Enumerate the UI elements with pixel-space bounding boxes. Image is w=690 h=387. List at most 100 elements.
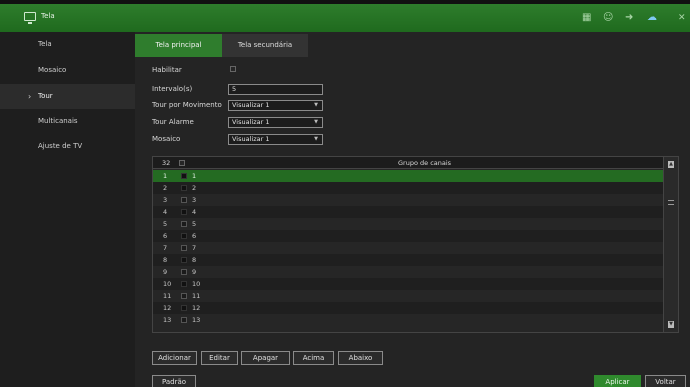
row-number: 12 <box>163 304 172 312</box>
table-row[interactable]: 13 13 <box>153 314 664 326</box>
row-channel: 9 <box>192 268 197 276</box>
table-row[interactable]: 4 4 <box>153 206 664 218</box>
row-number: 7 <box>163 244 168 252</box>
row-channel: 10 <box>192 280 201 288</box>
row-channel: 7 <box>192 244 197 252</box>
scroll-grip-icon[interactable] <box>668 200 674 205</box>
delete-button[interactable]: Apagar <box>241 351 290 365</box>
sidebar-item-label: Mosaico <box>38 66 67 74</box>
sidebar-item-mosaico[interactable]: Mosaico <box>0 58 135 83</box>
row-checkbox[interactable] <box>181 173 187 179</box>
row-channel: 12 <box>192 304 201 312</box>
row-channel: 8 <box>192 256 197 264</box>
row-number: 3 <box>163 196 168 204</box>
apply-button[interactable]: Aplicar <box>594 375 641 387</box>
table-row[interactable]: 7 7 <box>153 242 664 254</box>
close-icon[interactable]: ✕ <box>678 11 686 25</box>
sidebar-item-label: Tela <box>38 40 52 48</box>
window-title: Tela <box>41 12 55 20</box>
row-checkbox[interactable] <box>181 281 187 287</box>
mosaic-value: Visualizar 1 <box>232 135 270 143</box>
title-bar: Tela ▦ ☺ ➜ ☁ ✕ <box>0 0 690 32</box>
row-number: 11 <box>163 292 172 300</box>
row-number: 4 <box>163 208 168 216</box>
grid-icon[interactable]: ▦ <box>582 11 591 25</box>
row-number: 6 <box>163 232 168 240</box>
row-channel: 6 <box>192 232 197 240</box>
table-row[interactable]: 2 2 <box>153 182 664 194</box>
back-button[interactable]: Voltar <box>645 375 686 387</box>
sidebar-item-tour[interactable]: › Tour <box>0 84 135 109</box>
row-number: 13 <box>163 316 172 324</box>
table-row[interactable]: 11 11 <box>153 290 664 302</box>
chevron-down-icon: ▼ <box>314 136 318 142</box>
sidebar-item-ajuste-tv[interactable]: Ajuste de TV <box>0 134 135 159</box>
scroll-up-icon[interactable]: ▲ <box>668 161 674 168</box>
table-row[interactable]: 5 5 <box>153 218 664 230</box>
row-channel: 3 <box>192 196 197 204</box>
row-checkbox[interactable] <box>181 185 187 191</box>
row-number: 10 <box>163 280 172 288</box>
main-panel: Tela principal Tela secundária Habilitar… <box>135 32 690 387</box>
row-number: 5 <box>163 220 168 228</box>
row-checkbox[interactable] <box>181 221 187 227</box>
logout-icon[interactable]: ➜ <box>625 11 633 25</box>
row-number: 1 <box>163 172 168 180</box>
mosaic-label: Mosaico <box>152 135 181 143</box>
row-checkbox[interactable] <box>181 209 187 215</box>
row-checkbox[interactable] <box>181 317 187 323</box>
interval-input[interactable]: 5 <box>228 84 323 95</box>
row-checkbox[interactable] <box>181 293 187 299</box>
motion-tour-value: Visualizar 1 <box>232 101 270 109</box>
table-row[interactable]: 12 12 <box>153 302 664 314</box>
row-checkbox[interactable] <box>181 257 187 263</box>
row-channel: 1 <box>192 172 197 180</box>
move-up-button[interactable]: Acima <box>293 351 334 365</box>
alarm-tour-value: Visualizar 1 <box>232 118 270 126</box>
chevron-down-icon: ▼ <box>314 119 318 125</box>
table-row[interactable]: 6 6 <box>153 230 664 242</box>
row-checkbox[interactable] <box>181 233 187 239</box>
header-count: 32 <box>162 159 171 167</box>
row-checkbox[interactable] <box>181 269 187 275</box>
tab-tela-principal[interactable]: Tela principal <box>135 34 222 57</box>
row-number: 9 <box>163 268 168 276</box>
move-down-button[interactable]: Abaixo <box>338 351 383 365</box>
row-channel: 2 <box>192 184 197 192</box>
row-channel: 4 <box>192 208 197 216</box>
row-number: 8 <box>163 256 168 264</box>
interval-label: Intervalo(s) <box>152 85 193 93</box>
table-row[interactable]: 1 1 <box>153 170 664 182</box>
table-scrollbar[interactable]: ▲ ▼ <box>663 157 678 332</box>
default-button[interactable]: Padrão <box>152 375 196 387</box>
chevron-right-icon: › <box>28 92 32 101</box>
cloud-icon[interactable]: ☁ <box>647 11 657 25</box>
sidebar-item-label: Multicanais <box>38 117 78 125</box>
alarm-tour-label: Tour Alarme <box>152 118 194 126</box>
table-row[interactable]: 9 9 <box>153 266 664 278</box>
row-checkbox[interactable] <box>181 197 187 203</box>
sidebar-item-label: Tour <box>38 92 53 100</box>
alarm-tour-select[interactable]: Visualizar 1 ▼ <box>228 117 323 128</box>
motion-tour-select[interactable]: Visualizar 1 ▼ <box>228 100 323 111</box>
edit-button[interactable]: Editar <box>201 351 238 365</box>
enable-label: Habilitar <box>152 66 182 74</box>
scroll-down-icon[interactable]: ▼ <box>668 321 674 328</box>
motion-tour-label: Tour por Movimento <box>152 101 222 109</box>
sidebar-item-tela[interactable]: Tela <box>0 32 135 57</box>
sidebar-item-multicanais[interactable]: Multicanais <box>0 109 135 134</box>
select-all-checkbox[interactable] <box>179 160 185 166</box>
table-row[interactable]: 3 3 <box>153 194 664 206</box>
mosaic-select[interactable]: Visualizar 1 ▼ <box>228 134 323 145</box>
enable-checkbox[interactable] <box>230 66 236 72</box>
row-channel: 11 <box>192 292 201 300</box>
row-checkbox[interactable] <box>181 245 187 251</box>
table-row[interactable]: 8 8 <box>153 254 664 266</box>
table-row[interactable]: 10 10 <box>153 278 664 290</box>
tab-tela-secundaria[interactable]: Tela secundária <box>222 34 308 57</box>
row-channel: 5 <box>192 220 197 228</box>
table-header: 32 Grupo de canais <box>153 157 664 169</box>
users-icon[interactable]: ☺ <box>603 11 613 25</box>
row-checkbox[interactable] <box>181 305 187 311</box>
add-button[interactable]: Adicionar <box>152 351 197 365</box>
